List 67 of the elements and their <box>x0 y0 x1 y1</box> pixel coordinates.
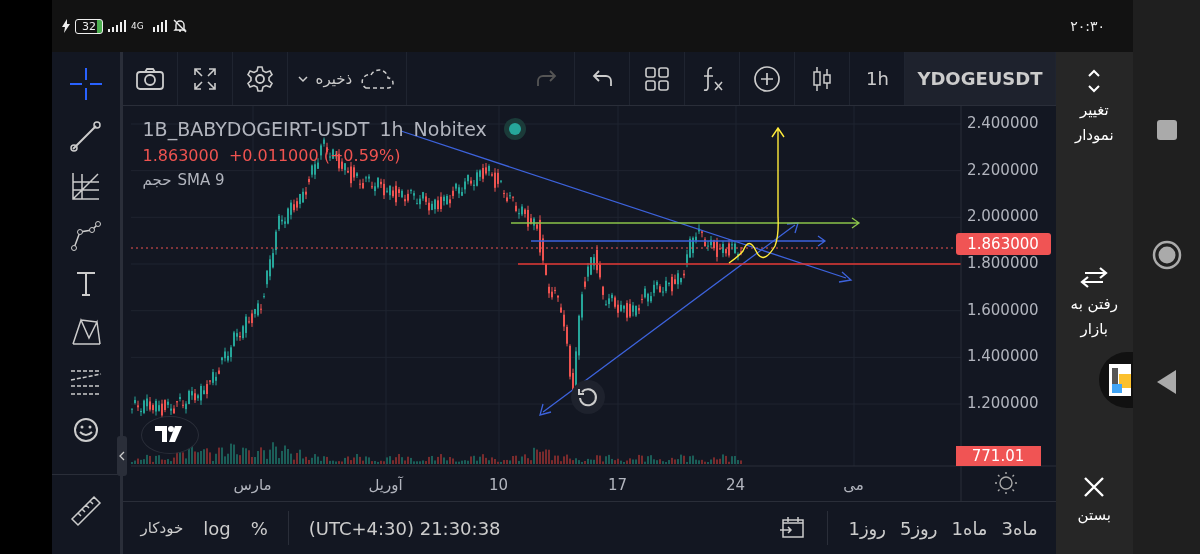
chevron-icon <box>118 451 125 461</box>
battery-level: 32 <box>75 18 103 34</box>
camera-icon <box>134 66 165 91</box>
path-icon[interactable] <box>69 220 102 252</box>
close-label[interactable]: بستن <box>1059 503 1130 528</box>
crosshair-icon[interactable] <box>67 66 104 102</box>
month-label: مارس <box>233 476 272 494</box>
grid-icon <box>644 65 671 92</box>
symbol-title: 1B_BABYDOGEIRT-USDT <box>142 118 370 140</box>
cloud-icon <box>360 66 395 91</box>
range-button[interactable]: 1ماه <box>951 517 988 539</box>
candlestick-icon <box>811 64 834 93</box>
day-label: 24 <box>726 476 746 494</box>
fullscreen-icon <box>191 65 218 92</box>
price-label: 1.400000 <box>966 347 1039 366</box>
day-label: 10 <box>489 476 509 494</box>
swap-arrows-icon[interactable] <box>1079 266 1110 288</box>
fibonacci-icon[interactable] <box>69 170 102 202</box>
muted-bell-icon <box>171 18 188 34</box>
price-label: 2.400000 <box>966 114 1039 132</box>
price-label: 1.600000 <box>966 300 1039 319</box>
timezone-clock[interactable]: (UTC+4:30) 21:30:38 <box>308 517 501 539</box>
close-icon[interactable] <box>1082 475 1107 499</box>
collapse-handle[interactable] <box>116 436 127 476</box>
up-down-chevrons-icon[interactable] <box>1086 68 1103 94</box>
indicator-name: حجم <box>142 171 172 189</box>
auto-scale-toggle[interactable]: خودکار <box>140 519 184 537</box>
range-button[interactable]: 3ماه <box>1001 517 1038 539</box>
day-label: 17 <box>608 476 628 494</box>
volume-value-label: 771.01 <box>955 446 1041 466</box>
price-label: 1.800000 <box>966 254 1039 272</box>
signal-icon <box>108 20 126 32</box>
logo-icon <box>154 426 185 444</box>
last-price-label: 1.863000 <box>955 233 1051 255</box>
price-value: 1.863000 <box>142 146 219 165</box>
plus-icon <box>753 64 782 93</box>
switch-chart-label[interactable]: تغییر نمودار <box>1059 98 1130 148</box>
replay-icon <box>575 385 600 409</box>
back-icon[interactable] <box>1155 368 1178 395</box>
month-label: آوریل <box>368 476 403 494</box>
range-button[interactable]: 1روز <box>848 517 886 539</box>
home-icon[interactable] <box>1151 240 1182 270</box>
price-label: 1.200000 <box>966 394 1039 412</box>
network-type: 4G <box>131 21 144 31</box>
caret-icon <box>297 74 308 83</box>
settings-icon <box>245 64 274 93</box>
replay-button[interactable] <box>570 380 605 414</box>
price-label: 2.000000 <box>966 207 1039 226</box>
go-to-market-label[interactable]: رفتن به بازار <box>1059 292 1130 342</box>
app-bubble[interactable] <box>1099 352 1133 408</box>
app-icon <box>1109 364 1131 396</box>
smiley-icon[interactable] <box>71 416 100 444</box>
log-scale-toggle[interactable]: log <box>203 517 231 539</box>
symbol-button[interactable]: YDOGEUSDT <box>905 52 1056 105</box>
interval-label: 1h <box>379 118 404 140</box>
indicator-label: SMA 9 <box>177 171 225 189</box>
clock: ۲۰:۳۰ <box>1070 18 1105 34</box>
charging-icon <box>62 19 70 33</box>
percent-scale-toggle[interactable]: % <box>250 517 268 539</box>
exchange-label: Nobitex <box>413 118 487 140</box>
trend-line-icon[interactable] <box>69 120 102 152</box>
brightness-icon[interactable] <box>993 471 1018 495</box>
month-label: می <box>843 476 864 494</box>
undo-icon <box>590 68 615 89</box>
price-label: 2.200000 <box>966 160 1039 179</box>
range-button[interactable]: 5روز <box>899 517 938 539</box>
recent-apps-icon[interactable] <box>1155 119 1178 142</box>
